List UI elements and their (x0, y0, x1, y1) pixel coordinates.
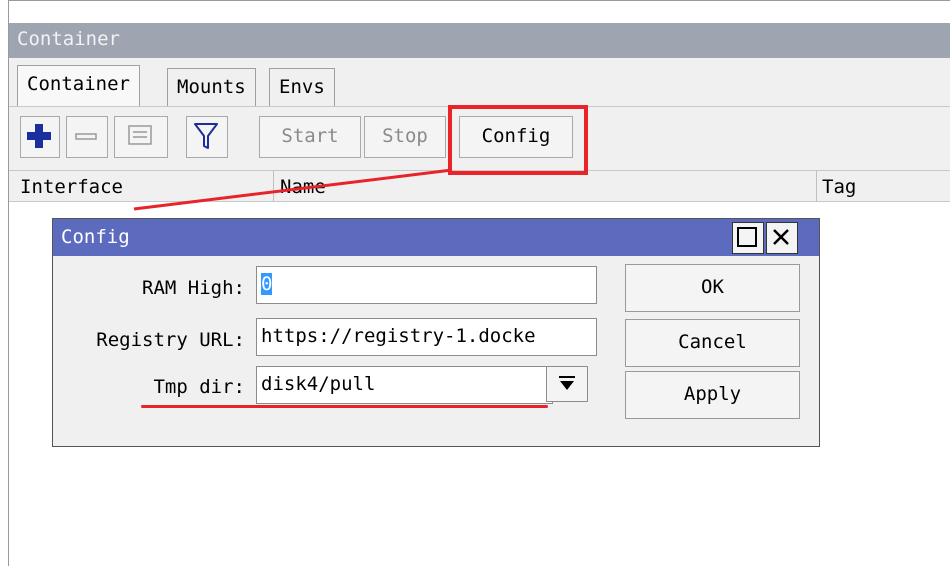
annotation-connector (133, 168, 453, 211)
tmp-dir-underline (141, 405, 548, 408)
